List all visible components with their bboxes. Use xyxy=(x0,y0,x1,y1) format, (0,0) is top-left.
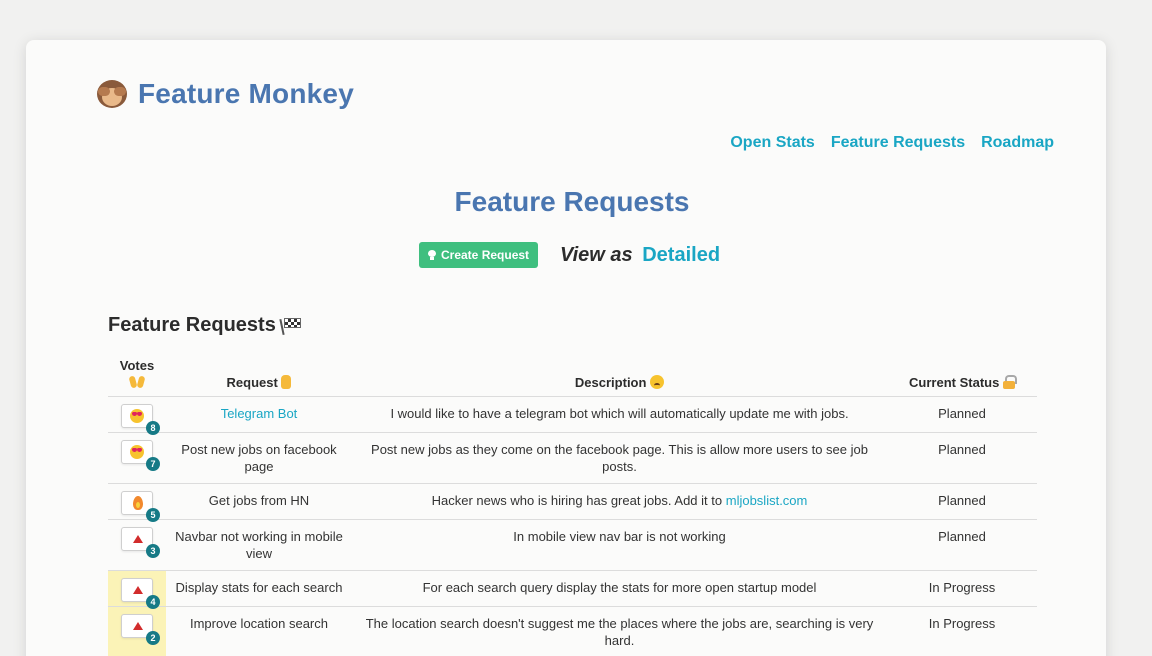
status-cell: In Progress xyxy=(887,570,1037,607)
status-header-label: Current Status xyxy=(909,375,1000,390)
vote-cell: 5 xyxy=(108,483,166,522)
actions-bar: Create Request View as Detailed xyxy=(419,242,720,268)
upvote-button[interactable]: 2 xyxy=(121,614,160,645)
votes-header-label: Votes xyxy=(119,358,155,373)
status-cell: Planned xyxy=(887,519,1037,571)
create-request-label: Create Request xyxy=(441,248,530,262)
upvote-button[interactable]: 4 xyxy=(121,578,160,609)
request-cell: Get jobs from HN xyxy=(166,483,352,520)
table-row: 4 Display stats for each search For each… xyxy=(108,570,1037,609)
lightbulb-icon xyxy=(428,250,436,260)
lock-icon xyxy=(1002,375,1017,389)
status-header: Current Status xyxy=(887,358,1037,397)
table-row: 2 Improve location search The location s… xyxy=(108,606,1037,656)
page-title: Feature Requests xyxy=(454,186,690,217)
upvote-button[interactable]: 3 xyxy=(121,527,160,558)
monkey-see-no-evil-icon xyxy=(94,78,130,110)
vote-count: 4 xyxy=(146,595,160,609)
brand[interactable]: Feature Monkey xyxy=(94,78,354,110)
vote-count: 7 xyxy=(146,457,160,471)
heart-eyes-icon xyxy=(130,445,144,459)
description-header-label: Description xyxy=(574,375,647,390)
request-cell: Navbar not working in mobile view xyxy=(166,519,352,571)
status-cell: Planned xyxy=(887,396,1037,433)
status-cell: Planned xyxy=(887,432,1037,484)
description-cell: Hacker news who is hiring has great jobs… xyxy=(352,483,887,520)
vote-count: 2 xyxy=(146,631,160,645)
description-link[interactable]: mljobslist.com xyxy=(726,493,808,508)
description-cell: I would like to have a telegram bot whic… xyxy=(352,396,887,433)
status-cell: Planned xyxy=(887,483,1037,520)
vote-cell: 3 xyxy=(108,519,166,571)
request-cell: Display stats for each search xyxy=(166,570,352,607)
description-text: Hacker news who is hiring has great jobs… xyxy=(431,493,723,508)
description-cell: For each search query display the stats … xyxy=(352,570,887,607)
section-title-text: Feature Requests xyxy=(108,314,276,336)
feature-requests-table: Votes Request Description Current Status xyxy=(108,358,1037,656)
heart-eyes-icon xyxy=(130,409,144,423)
checkered-flag-icon xyxy=(279,317,302,335)
table-row: 7 Post new jobs on facebook page Post ne… xyxy=(108,432,1037,484)
nav-roadmap[interactable]: Roadmap xyxy=(981,134,1054,152)
vote-cell: 2 xyxy=(108,606,166,656)
up-arrow-icon xyxy=(133,622,143,630)
vote-cell: 7 xyxy=(108,432,166,484)
up-arrow-icon xyxy=(133,586,143,594)
description-cell: The location search doesn't suggest me t… xyxy=(352,606,887,656)
table-row: 5 Get jobs from HN Hacker news who is hi… xyxy=(108,483,1037,522)
vote-count: 5 xyxy=(146,508,160,522)
nav-open-stats[interactable]: Open Stats xyxy=(730,134,814,152)
request-cell: Post new jobs on facebook page xyxy=(166,432,352,484)
main-card: Feature Monkey Open Stats Feature Reques… xyxy=(26,40,1106,656)
view-as-label: View as xyxy=(560,243,633,266)
crossed-fingers-icon xyxy=(281,375,292,389)
brand-title: Feature Monkey xyxy=(138,78,354,109)
upvote-button[interactable]: 8 xyxy=(121,404,160,435)
vote-cell: 4 xyxy=(108,570,166,609)
fire-icon xyxy=(133,496,143,510)
create-request-button[interactable]: Create Request xyxy=(419,242,539,268)
request-link[interactable]: Telegram Bot xyxy=(221,406,298,421)
vote-count: 3 xyxy=(146,544,160,558)
request-header-label: Request xyxy=(226,375,278,390)
table-row: 8 Telegram Bot I would like to have a te… xyxy=(108,396,1037,435)
votes-header: Votes xyxy=(108,358,166,397)
vote-count: 8 xyxy=(146,421,160,435)
status-cell: In Progress xyxy=(887,606,1037,656)
table-header-row: Votes Request Description Current Status xyxy=(108,358,1037,397)
nav-feature-requests[interactable]: Feature Requests xyxy=(831,134,965,152)
table-row: 3 Navbar not working in mobile view In m… xyxy=(108,519,1037,571)
description-cell: In mobile view nav bar is not working xyxy=(352,519,887,571)
worried-face-icon xyxy=(650,375,665,389)
request-cell: Telegram Bot xyxy=(166,396,352,433)
request-header: Request xyxy=(166,358,352,397)
top-nav: Open Stats Feature Requests Roadmap xyxy=(730,134,1054,152)
description-cell: Post new jobs as they come on the facebo… xyxy=(352,432,887,484)
section-title: Feature Requests xyxy=(108,314,302,337)
description-header: Description xyxy=(352,358,887,397)
raising-hands-icon xyxy=(129,376,145,388)
up-arrow-icon xyxy=(133,535,143,543)
upvote-button[interactable]: 7 xyxy=(121,440,160,471)
upvote-button[interactable]: 5 xyxy=(121,491,160,522)
vote-cell: 8 xyxy=(108,396,166,435)
view-mode-toggle[interactable]: Detailed xyxy=(642,244,720,266)
request-cell: Improve location search xyxy=(166,606,352,656)
view-as: View as Detailed xyxy=(560,244,720,267)
